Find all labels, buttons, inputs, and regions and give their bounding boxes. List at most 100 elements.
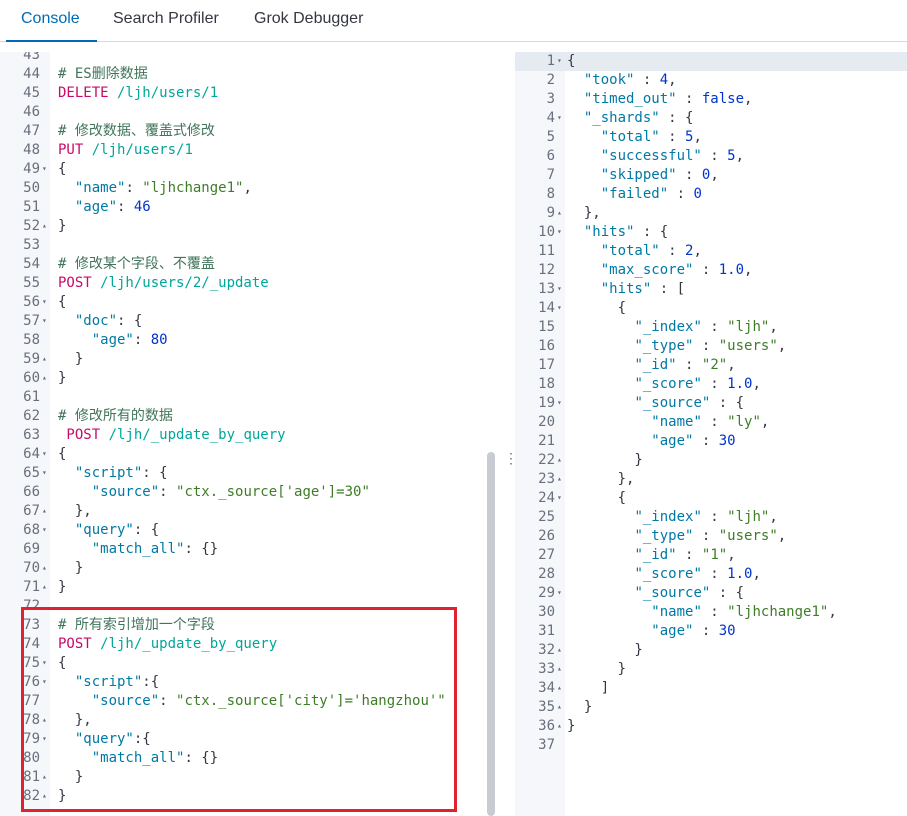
fold-close-icon[interactable]: ▴ bbox=[557, 470, 565, 487]
code-line[interactable]: 6 "successful" : 5, bbox=[515, 147, 907, 166]
code-line[interactable]: 60 ▴} bbox=[0, 369, 484, 388]
code-line[interactable]: 35 ▴ } bbox=[515, 698, 907, 717]
fold-open-icon[interactable]: ▾ bbox=[557, 52, 565, 69]
pane-splitter[interactable] bbox=[497, 52, 513, 816]
code-line[interactable]: 66 "source": "ctx._source['age']=30" bbox=[0, 483, 484, 502]
code-line[interactable]: 24 ▾ { bbox=[515, 489, 907, 508]
code-line[interactable]: 11 "total" : 2, bbox=[515, 242, 907, 261]
code-line[interactable]: 31 "age" : 30 bbox=[515, 622, 907, 641]
code-line[interactable]: 13 ▾ "hits" : [ bbox=[515, 280, 907, 299]
code-line[interactable]: 44 # ES删除数据 bbox=[0, 65, 484, 84]
code-line[interactable]: 3 "timed_out" : false, bbox=[515, 90, 907, 109]
code-line[interactable]: 20 "name" : "ly", bbox=[515, 413, 907, 432]
code-line[interactable]: 12 "max_score" : 1.0, bbox=[515, 261, 907, 280]
fold-open-icon[interactable]: ▾ bbox=[557, 109, 565, 126]
code-line[interactable]: 45 DELETE /ljh/users/1 bbox=[0, 84, 484, 103]
code-line[interactable]: 25 "_index" : "ljh", bbox=[515, 508, 907, 527]
code-line[interactable]: 15 "_index" : "ljh", bbox=[515, 318, 907, 337]
code-line[interactable]: 8 "failed" : 0 bbox=[515, 185, 907, 204]
fold-close-icon[interactable]: ▴ bbox=[557, 641, 565, 658]
code-line[interactable]: 37 bbox=[515, 736, 907, 755]
code-line[interactable]: 69 "match_all": {} bbox=[0, 540, 484, 559]
fold-open-icon[interactable]: ▾ bbox=[42, 160, 50, 177]
tab-grok-debugger[interactable]: Grok Debugger bbox=[254, 0, 363, 42]
code-line[interactable]: 5 "total" : 5, bbox=[515, 128, 907, 147]
fold-close-icon[interactable]: ▴ bbox=[557, 660, 565, 677]
code-line[interactable]: 28 "_score" : 1.0, bbox=[515, 565, 907, 584]
code-line[interactable]: 17 "_id" : "2", bbox=[515, 356, 907, 375]
fold-open-icon[interactable]: ▾ bbox=[42, 521, 50, 538]
fold-close-icon[interactable]: ▴ bbox=[42, 502, 50, 519]
code-line[interactable]: 58 "age": 80 bbox=[0, 331, 484, 350]
fold-close-icon[interactable]: ▴ bbox=[42, 350, 50, 367]
fold-open-icon[interactable]: ▾ bbox=[42, 464, 50, 481]
code-line[interactable]: 4 ▾ "_shards" : { bbox=[515, 109, 907, 128]
code-line[interactable]: 56 ▾ { bbox=[0, 293, 484, 312]
code-line[interactable]: 30 "name" : "ljhchange1", bbox=[515, 603, 907, 622]
code-line[interactable]: 21 "age" : 30 bbox=[515, 432, 907, 451]
code-line[interactable]: 7 "skipped" : 0, bbox=[515, 166, 907, 185]
fold-open-icon[interactable]: ▾ bbox=[557, 489, 565, 506]
code-line[interactable]: 59 ▴ } bbox=[0, 350, 484, 369]
fold-close-icon[interactable]: ▴ bbox=[42, 578, 50, 595]
code-line[interactable]: 67 ▴ }, bbox=[0, 502, 484, 521]
code-line[interactable]: 65 ▾ "script": { bbox=[0, 464, 484, 483]
code-line[interactable]: 47 # 修改数据、覆盖式修改 bbox=[0, 122, 484, 141]
fold-close-icon[interactable]: ▴ bbox=[557, 679, 565, 696]
code-line[interactable]: 46 bbox=[0, 103, 484, 122]
code-line[interactable]: 27 "_id" : "1", bbox=[515, 546, 907, 565]
fold-open-icon[interactable]: ▾ bbox=[557, 584, 565, 601]
code-line[interactable]: 32 ▴ } bbox=[515, 641, 907, 660]
code-line[interactable]: 53 bbox=[0, 236, 484, 255]
code-line[interactable]: 50 "name": "ljhchange1", bbox=[0, 179, 484, 198]
code-line[interactable]: 43 bbox=[0, 52, 484, 65]
response-editor[interactable]: 1 ▾{2 "took" : 4, 3 "timed_out" : false, 4 ▾… bbox=[515, 52, 907, 816]
code-line[interactable]: 22 ▴ } bbox=[515, 451, 907, 470]
code-line[interactable]: 1 ▾{ bbox=[515, 52, 907, 71]
fold-open-icon[interactable]: ▾ bbox=[42, 312, 50, 329]
code-line[interactable]: 68 ▾ "query": { bbox=[0, 521, 484, 540]
fold-open-icon[interactable]: ▾ bbox=[42, 293, 50, 310]
code-line[interactable]: 9 ▴ }, bbox=[515, 204, 907, 223]
code-line[interactable]: 16 "_type" : "users", bbox=[515, 337, 907, 356]
code-line[interactable]: 36 ▴} bbox=[515, 717, 907, 736]
code-line[interactable]: 71 ▴} bbox=[0, 578, 484, 597]
fold-close-icon[interactable]: ▴ bbox=[557, 451, 565, 468]
fold-open-icon[interactable]: ▾ bbox=[42, 445, 50, 462]
fold-close-icon[interactable]: ▴ bbox=[557, 717, 565, 734]
code-line[interactable]: 18 "_score" : 1.0, bbox=[515, 375, 907, 394]
request-editor-scrollbar[interactable] bbox=[487, 452, 495, 816]
fold-open-icon[interactable]: ▾ bbox=[557, 299, 565, 316]
code-line[interactable]: 19 ▾ "_source" : { bbox=[515, 394, 907, 413]
code-line[interactable]: 57 ▾ "doc": { bbox=[0, 312, 484, 331]
code-line[interactable]: 61 bbox=[0, 388, 484, 407]
fold-close-icon[interactable]: ▴ bbox=[42, 217, 50, 234]
tab-search-profiler[interactable]: Search Profiler bbox=[113, 0, 219, 42]
code-line[interactable]: 2 "took" : 4, bbox=[515, 71, 907, 90]
tab-console[interactable]: Console bbox=[6, 0, 97, 42]
code-line[interactable]: 64 ▾ { bbox=[0, 445, 484, 464]
code-line[interactable]: 63 POST /ljh/_update_by_query bbox=[0, 426, 484, 445]
fold-open-icon[interactable]: ▾ bbox=[557, 223, 565, 240]
code-line[interactable]: 29 ▾ "_source" : { bbox=[515, 584, 907, 603]
code-line[interactable]: 52 ▴} bbox=[0, 217, 484, 236]
fold-open-icon[interactable]: ▾ bbox=[557, 394, 565, 411]
fold-close-icon[interactable]: ▴ bbox=[42, 369, 50, 386]
code-line[interactable]: 14 ▾ { bbox=[515, 299, 907, 318]
code-line[interactable]: 70 ▴ } bbox=[0, 559, 484, 578]
code-line[interactable]: 10 ▾ "hits" : { bbox=[515, 223, 907, 242]
code-line[interactable]: 33 ▴ } bbox=[515, 660, 907, 679]
code-line[interactable]: 62 # 修改所有的数据 bbox=[0, 407, 484, 426]
code-line[interactable]: 23 ▴ }, bbox=[515, 470, 907, 489]
fold-close-icon[interactable]: ▴ bbox=[42, 559, 50, 576]
code-line[interactable]: 48 PUT /ljh/users/1 bbox=[0, 141, 484, 160]
fold-close-icon[interactable]: ▴ bbox=[557, 698, 565, 715]
code-line[interactable]: 49 ▾ { bbox=[0, 160, 484, 179]
code-line[interactable]: 34 ▴ ] bbox=[515, 679, 907, 698]
code-line[interactable]: 26 "_type" : "users", bbox=[515, 527, 907, 546]
fold-open-icon[interactable]: ▾ bbox=[557, 280, 565, 297]
fold-close-icon[interactable]: ▴ bbox=[557, 204, 565, 221]
code-line[interactable]: 55 POST /ljh/users/2/_update bbox=[0, 274, 484, 293]
code-line[interactable]: 54 # 修改某个字段、不覆盖 bbox=[0, 255, 484, 274]
code-line[interactable]: 51 "age": 46 bbox=[0, 198, 484, 217]
